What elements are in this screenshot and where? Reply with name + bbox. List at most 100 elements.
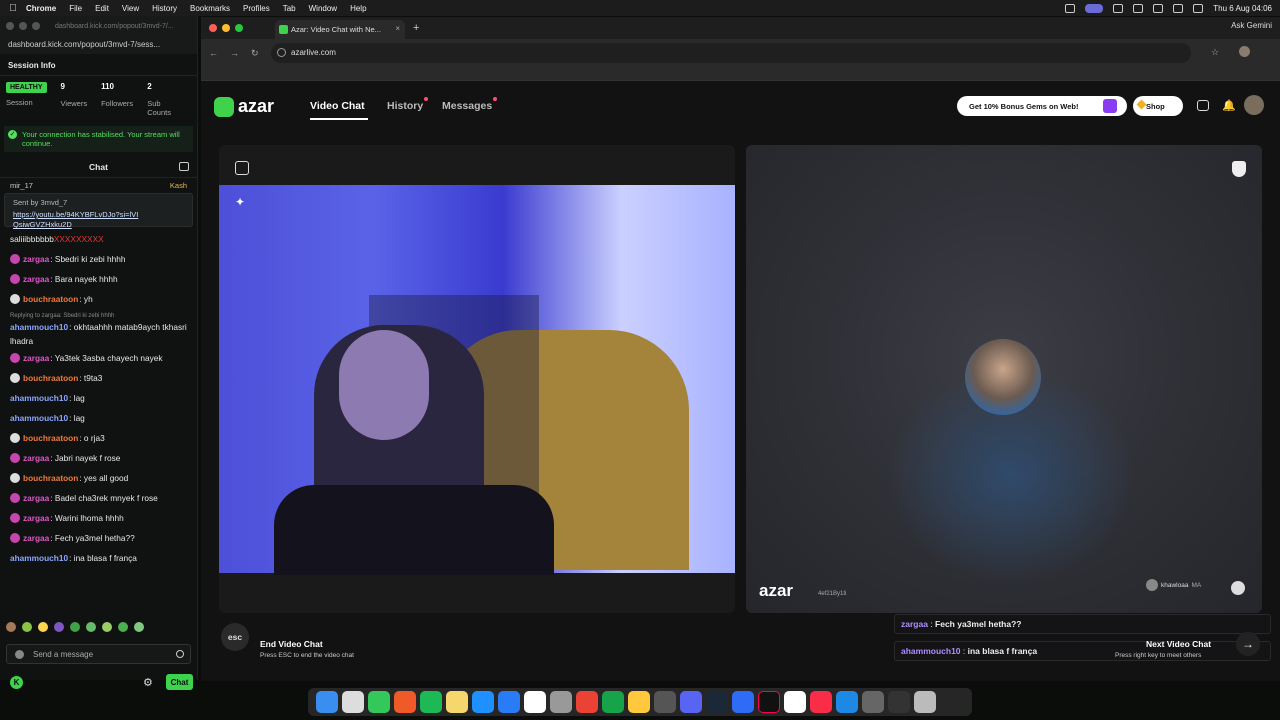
user-avatar[interactable] xyxy=(1244,95,1264,115)
menu-app[interactable]: Chrome xyxy=(26,4,56,13)
chat-username[interactable]: zargaa xyxy=(23,528,49,548)
spotify-icon[interactable] xyxy=(420,691,442,713)
chat-username[interactable]: bouchraatoon xyxy=(23,468,78,488)
site-info-icon[interactable] xyxy=(277,48,286,57)
chrome-icon[interactable] xyxy=(576,691,598,713)
bonus-gems-button[interactable]: Get 10% Bonus Gems on Web! xyxy=(957,96,1127,116)
launchpad-icon[interactable] xyxy=(342,691,364,713)
chat-username[interactable]: ahammouch10 xyxy=(10,388,68,408)
popout-icon[interactable] xyxy=(235,161,249,175)
chat-users-icon[interactable] xyxy=(179,162,189,171)
emote-icon[interactable] xyxy=(38,622,48,632)
smiley-icon[interactable] xyxy=(176,650,184,658)
apple-icon[interactable]:  xyxy=(0,3,26,14)
shop-button[interactable]: Shop xyxy=(1133,96,1183,116)
davinci-icon[interactable] xyxy=(862,691,884,713)
search-icon[interactable] xyxy=(1173,3,1184,13)
effects-wand-icon[interactable]: ✦ xyxy=(235,195,245,209)
menu-history[interactable]: History xyxy=(152,4,177,13)
chat-username[interactable]: bouchraatoon xyxy=(23,428,78,448)
send-message-input[interactable]: Send a message xyxy=(6,644,191,664)
music-icon[interactable] xyxy=(810,691,832,713)
window-thumbnail-icon[interactable] xyxy=(888,691,910,713)
pinned-message[interactable]: Sent by 3mvd_7 https://youtu.be/94KYBFLv… xyxy=(4,193,193,229)
status-icon-3[interactable] xyxy=(1113,3,1124,13)
close-window-button[interactable] xyxy=(6,22,14,30)
pin-user[interactable]: mir_17 xyxy=(10,181,33,190)
steam-icon[interactable] xyxy=(706,691,728,713)
bookmark-star-icon[interactable]: ☆ xyxy=(1211,47,1219,58)
safari-icon[interactable] xyxy=(836,691,858,713)
new-tab-button[interactable]: + xyxy=(413,22,419,34)
emote-icon[interactable] xyxy=(118,622,128,632)
next-arrow-button[interactable]: → xyxy=(1236,632,1260,656)
report-shield-icon[interactable] xyxy=(1232,161,1246,177)
messages-icon[interactable] xyxy=(368,691,390,713)
notes-icon[interactable] xyxy=(446,691,468,713)
more-options-button[interactable] xyxy=(1231,581,1245,595)
end-video-chat-label[interactable]: End Video Chat xyxy=(260,639,323,649)
next-video-chat-label[interactable]: Next Video Chat xyxy=(1146,639,1211,649)
freeform-icon[interactable] xyxy=(472,691,494,713)
menu-bookmarks[interactable]: Bookmarks xyxy=(190,4,230,13)
status-icon-2[interactable] xyxy=(1085,3,1104,13)
emote-icon[interactable] xyxy=(6,622,16,632)
menu-file[interactable]: File xyxy=(69,4,82,13)
azar-logo[interactable]: azar xyxy=(214,96,274,117)
app-icon[interactable] xyxy=(628,691,650,713)
menu-help[interactable]: Help xyxy=(350,4,366,13)
minimize-window-button[interactable] xyxy=(19,22,27,30)
back-icon[interactable]: ← xyxy=(209,48,218,58)
wifi-icon[interactable] xyxy=(1153,3,1164,13)
app-store-icon[interactable] xyxy=(498,691,520,713)
chat-username[interactable]: bouchraatoon xyxy=(23,289,78,309)
gear-icon[interactable]: ⚙ xyxy=(143,676,153,689)
menu-profiles[interactable]: Profiles xyxy=(243,4,270,13)
obs-icon[interactable] xyxy=(654,691,676,713)
app-icon[interactable] xyxy=(732,691,754,713)
nav-video-chat[interactable]: Video Chat xyxy=(310,100,365,112)
chat-username[interactable]: ahammouch10 xyxy=(10,408,68,428)
popout-url[interactable]: dashboard.kick.com/popout/3mvd-7/sess... xyxy=(0,36,197,54)
url-input[interactable]: azarlive.com xyxy=(271,43,1191,63)
bell-icon[interactable]: 🔔 xyxy=(1222,99,1236,112)
discord-icon[interactable] xyxy=(680,691,702,713)
esc-button[interactable]: esc xyxy=(221,623,249,651)
chat-username[interactable]: ahammouch10 xyxy=(10,548,68,568)
kick-logo-icon[interactable]: K xyxy=(10,676,23,689)
chat-username[interactable]: zargaa xyxy=(23,488,49,508)
trash-icon[interactable] xyxy=(914,691,936,713)
settings-icon[interactable] xyxy=(550,691,572,713)
profile-avatar[interactable] xyxy=(1239,46,1250,57)
brave-icon[interactable] xyxy=(394,691,416,713)
chat-username[interactable]: bouchraatoon xyxy=(23,368,78,388)
notion-icon[interactable] xyxy=(524,691,546,713)
finder-icon[interactable] xyxy=(316,691,338,713)
emote-icon[interactable] xyxy=(54,622,64,632)
menu-view[interactable]: View xyxy=(122,4,139,13)
clock[interactable]: Thu 6 Aug 04:06 xyxy=(1213,4,1272,13)
emote-icon[interactable] xyxy=(22,622,32,632)
menu-tab[interactable]: Tab xyxy=(283,4,296,13)
emote-icon[interactable] xyxy=(102,622,112,632)
chat-username[interactable]: zargaa xyxy=(23,348,49,368)
status-icon-4[interactable] xyxy=(1133,3,1144,13)
control-center-icon[interactable] xyxy=(1193,3,1204,13)
reload-icon[interactable]: ↻ xyxy=(251,48,259,59)
peer-chip[interactable]: khawloaa MA xyxy=(1146,579,1201,591)
chat-username[interactable]: zargaa xyxy=(23,269,49,289)
menu-window[interactable]: Window xyxy=(309,4,337,13)
zoom-window-button[interactable] xyxy=(32,22,40,30)
capcut-icon[interactable] xyxy=(784,691,806,713)
emote-icon[interactable] xyxy=(86,622,96,632)
inbox-icon[interactable] xyxy=(1197,100,1209,111)
whatsapp-icon[interactable] xyxy=(602,691,624,713)
zoom-window-button[interactable] xyxy=(235,24,243,32)
forward-icon[interactable]: → xyxy=(230,48,239,58)
nav-messages[interactable]: Messages xyxy=(442,97,498,112)
emote-picker-icon[interactable] xyxy=(15,650,24,659)
minimize-window-button[interactable] xyxy=(222,24,230,32)
chat-username[interactable]: zargaa xyxy=(23,249,49,269)
tab-azar[interactable]: Azar: Video Chat with Ne... × xyxy=(275,20,405,39)
chat-username[interactable]: zargaa xyxy=(23,448,49,468)
